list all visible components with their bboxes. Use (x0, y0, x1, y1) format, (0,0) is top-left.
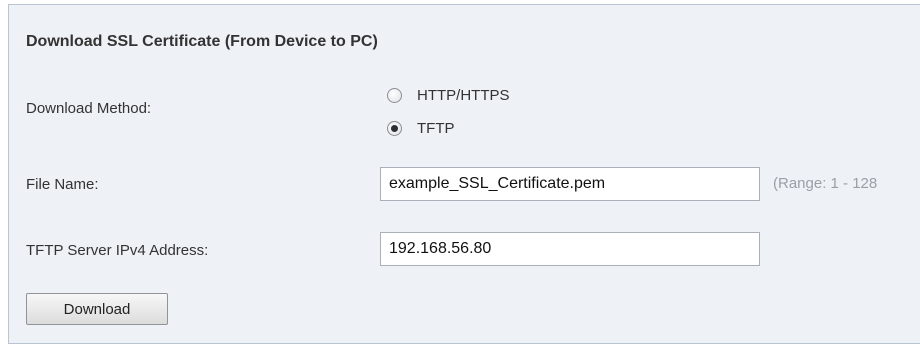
file-name-input[interactable] (380, 167, 760, 201)
download-method-label: Download Method: (26, 100, 152, 117)
radio-label-tftp: TFTP (417, 119, 455, 137)
file-name-label: File Name: (26, 176, 99, 193)
radio-label-http-https: HTTP/HTTPS (417, 86, 510, 104)
file-name-range-hint: (Range: 1 - 128 (773, 175, 878, 192)
tftp-server-input[interactable] (380, 232, 760, 266)
section-title: Download SSL Certificate (From Device to… (26, 33, 378, 50)
radio-tftp[interactable] (387, 120, 402, 136)
radio-http-https[interactable] (387, 87, 402, 103)
radio-option-tftp[interactable]: TFTP (387, 117, 455, 139)
radio-option-http-https[interactable]: HTTP/HTTPS (387, 84, 510, 106)
tftp-server-label: TFTP Server IPv4 Address: (26, 242, 209, 259)
download-button[interactable]: Download (26, 293, 168, 325)
